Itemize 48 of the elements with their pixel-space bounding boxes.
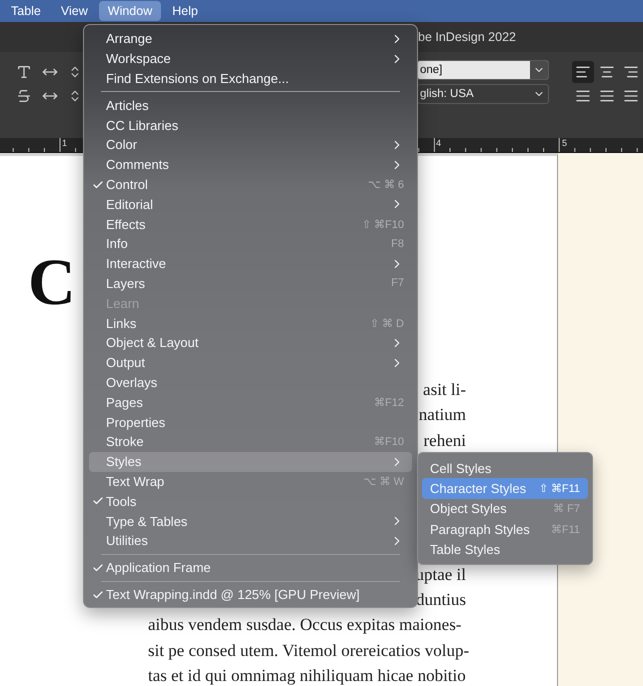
- chapter-heading: C: [28, 248, 76, 318]
- menu-item[interactable]: Control ⌥ ⌘ 6: [89, 174, 412, 194]
- menu-bar-item[interactable]: Table: [2, 1, 50, 21]
- menu-item[interactable]: Type & Tables: [89, 511, 412, 531]
- menu-item[interactable]: Text Wrapping.indd @ 125% [GPU Preview]: [89, 584, 412, 604]
- body-text-line: aibus vendem susdae. Occus expitas maiones-: [148, 614, 462, 636]
- menu-item[interactable]: Text Wrap ⌥ ⌘ W: [89, 472, 412, 492]
- body-text-line: natium: [418, 404, 466, 426]
- menu-item[interactable]: Info F8: [89, 234, 412, 254]
- window-title: be InDesign 2022: [418, 30, 516, 44]
- menu-item[interactable]: Application Frame: [89, 558, 412, 578]
- menu-item[interactable]: Layers F7: [89, 274, 412, 294]
- body-text-line: sit pe consed utem. Vitemol orereicatios volup-: [148, 640, 470, 662]
- menu-item[interactable]: Find Extensions on Exchange...: [89, 68, 412, 88]
- menu-item[interactable]: Output: [89, 352, 412, 373]
- menu-item[interactable]: Properties: [89, 412, 412, 432]
- menu-item[interactable]: Links ⇧ ⌘ D: [89, 313, 412, 333]
- body-text-line: duntius: [416, 589, 466, 612]
- submenu-item[interactable]: Character Styles ⇧ ⌘F11: [422, 478, 588, 499]
- menu-bar-item[interactable]: Help: [163, 1, 207, 21]
- menu-item[interactable]: Workspace: [89, 48, 412, 69]
- menu-item[interactable]: Utilities: [89, 530, 412, 551]
- menu-item[interactable]: Styles: [89, 452, 412, 472]
- menu-item[interactable]: Pages ⌘F12: [89, 392, 412, 412]
- menu-item[interactable]: CC Libraries: [89, 115, 412, 135]
- menu-item[interactable]: Arrange: [89, 29, 412, 49]
- menu-item[interactable]: Color: [89, 134, 412, 155]
- menu-item[interactable]: Tools: [89, 491, 412, 512]
- ruler-number: 5: [562, 138, 568, 148]
- menu-bar-item[interactable]: View: [52, 1, 97, 21]
- menu-item[interactable]: Stroke ⌘F10: [89, 432, 412, 452]
- menu-item[interactable]: Interactive: [89, 254, 412, 274]
- menu-item[interactable]: Comments: [89, 154, 412, 175]
- menu-bar-item[interactable]: Window: [98, 1, 162, 21]
- menu-item[interactable]: Object & Layout: [89, 332, 412, 353]
- menu-item[interactable]: Editorial: [89, 194, 412, 214]
- body-text-line: tas et id qui omnimag nihiliquam hicae nobitio: [148, 665, 466, 686]
- ruler-number: 1: [62, 138, 68, 148]
- menu-item[interactable]: Articles: [89, 95, 412, 116]
- menu-item[interactable]: Overlays: [89, 372, 412, 392]
- style-field[interactable]: one]: [417, 60, 549, 80]
- body-text-line: asit li-: [423, 379, 466, 401]
- menu-item[interactable]: Effects ⇧ ⌘F10: [89, 214, 412, 234]
- language-field[interactable]: glish: USA: [417, 84, 549, 104]
- ruler-number: 4: [436, 138, 442, 148]
- submenu-item[interactable]: Cell Styles: [422, 458, 588, 478]
- body-text-line: reheni: [424, 430, 466, 452]
- submenu-item[interactable]: Table Styles: [422, 539, 588, 560]
